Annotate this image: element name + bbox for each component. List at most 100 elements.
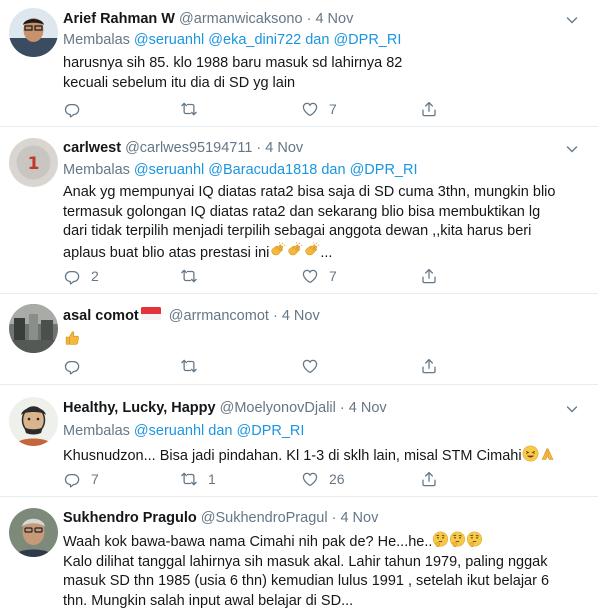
replying-to-users[interactable]: @seruanhl @Baracuda1818 dan @DPR_RI [134, 162, 418, 178]
like-icon [301, 267, 319, 285]
tweet-text: Anak yg mempunyai IQ diatas rata2 bisa s… [63, 183, 583, 263]
user-handle[interactable]: @SukhendroPragul [201, 510, 328, 526]
separator-dot: · [272, 308, 278, 324]
avatar[interactable]: 1 [9, 138, 58, 187]
thinking-face-emoji [432, 531, 449, 548]
like-icon [301, 100, 319, 118]
retweet-button[interactable] [180, 356, 208, 376]
like-icon [301, 470, 319, 488]
tweet-actions: 2 7 [63, 266, 523, 286]
user-handle[interactable]: @carlwes95194711 [125, 140, 252, 156]
indonesia-flag-emoji [140, 307, 161, 320]
like-count: 26 [329, 471, 345, 487]
reply-icon [63, 357, 81, 375]
tweet-arief-rahman[interactable]: Arief Rahman W @armanwicaksono · 4 Nov M… [0, 0, 598, 127]
share-button[interactable] [420, 99, 438, 119]
retweet-icon [180, 267, 198, 285]
folded-hands-emoji [539, 445, 556, 462]
reply-button[interactable] [63, 99, 91, 119]
avatar[interactable] [9, 508, 58, 557]
reply-icon [63, 267, 81, 285]
retweet-button[interactable] [180, 99, 208, 119]
reply-button[interactable]: 7 [63, 469, 99, 489]
retweet-button[interactable] [180, 266, 208, 286]
display-name[interactable]: carlwest [63, 140, 121, 156]
avatar[interactable] [9, 397, 58, 446]
share-button[interactable] [420, 469, 438, 489]
share-button[interactable] [420, 356, 438, 376]
like-count: 7 [329, 268, 337, 284]
tweet-header: Sukhendro Pragulo @SukhendroPragul · 4 N… [63, 510, 378, 526]
avatar[interactable] [9, 8, 58, 57]
timestamp[interactable]: 4 Nov [349, 400, 387, 416]
reply-icon [63, 100, 81, 118]
user-handle[interactable]: @armanwicaksono [179, 11, 303, 27]
like-button[interactable] [301, 356, 329, 376]
share-icon [420, 100, 438, 118]
share-icon [420, 470, 438, 488]
display-name[interactable]: Sukhendro Pragulo [63, 510, 197, 526]
reply-count: 2 [91, 268, 99, 284]
user-handle[interactable]: @arrmancomot [169, 308, 269, 324]
clapping-hands-emoji [269, 242, 286, 259]
reply-button[interactable] [63, 356, 91, 376]
like-button[interactable]: 7 [301, 99, 337, 119]
replying-to: Membalas @seruanhl @Baracuda1818 dan @DP… [63, 162, 418, 178]
separator-dot: · [331, 510, 337, 526]
replying-to-label: Membalas [63, 162, 130, 178]
replying-to: Membalas @seruanhl @eka_dini722 dan @DPR… [63, 32, 401, 48]
like-count: 7 [329, 101, 337, 117]
tweet-header: carlwest @carlwes95194711 · 4 Nov [63, 140, 303, 156]
thinking-face-emoji [466, 531, 483, 548]
chevron-down-icon[interactable] [566, 14, 578, 26]
share-icon [420, 267, 438, 285]
tweet-actions [63, 356, 523, 376]
replying-to-users[interactable]: @seruanhl dan @DPR_RI [134, 423, 305, 439]
tweet-header: Healthy, Lucky, Happy @MoelyonovDjalil ·… [63, 400, 387, 416]
reply-button[interactable]: 2 [63, 266, 99, 286]
replying-to-label: Membalas [63, 423, 130, 439]
thumbs-up-emoji [63, 329, 81, 347]
display-name[interactable]: Arief Rahman W [63, 11, 175, 27]
tweet-text-first: Waah kok bawa-bawa nama Cimahi nih pak d… [63, 534, 433, 550]
tweet-text: Waah kok bawa-bawa nama Cimahi nih pak d… [63, 531, 583, 611]
tweet-actions: 7 1 26 [63, 469, 523, 489]
retweet-icon [180, 100, 198, 118]
like-icon [301, 357, 319, 375]
share-button[interactable] [420, 266, 438, 286]
tweet-text-tail: ... [320, 244, 333, 261]
timestamp[interactable]: 4 Nov [315, 11, 353, 27]
tweet-carlwest[interactable]: 1 carlwest @carlwes95194711 · 4 Nov Memb… [0, 127, 598, 294]
reply-icon [63, 470, 81, 488]
avatar[interactable] [9, 304, 58, 353]
tweet-text-main: Kalo dilihat tanggal lahirnya sih masuk … [63, 553, 550, 609]
tweet-text: Khusnudzon... Bisa jadi pindahan. Kl 1-3… [63, 445, 583, 467]
user-handle[interactable]: @MoelyonovDjalil [220, 400, 336, 416]
tweet-sukhendro-pragulo[interactable]: Sukhendro Pragulo @SukhendroPragul · 4 N… [0, 497, 598, 611]
timestamp[interactable]: 4 Nov [282, 308, 320, 324]
replying-to-users[interactable]: @seruanhl @eka_dini722 dan @DPR_RI [134, 32, 401, 48]
tweet-asal-comot[interactable]: asal comot @arrmancomot · 4 Nov [0, 294, 598, 385]
clapping-hands-emoji [286, 242, 303, 259]
tweet-healthy-lucky-happy[interactable]: Healthy, Lucky, Happy @MoelyonovDjalil ·… [0, 385, 598, 497]
tweet-actions: 7 [63, 99, 523, 119]
separator-dot: · [306, 11, 312, 27]
separator-dot: · [339, 400, 345, 416]
display-name[interactable]: Healthy, Lucky, Happy [63, 400, 216, 416]
retweet-count: 1 [208, 471, 216, 487]
chevron-down-icon[interactable] [566, 403, 578, 415]
replying-to-label: Membalas [63, 32, 130, 48]
like-button[interactable]: 7 [301, 266, 337, 286]
chevron-down-icon[interactable] [566, 143, 578, 155]
retweet-button[interactable]: 1 [180, 469, 216, 489]
timestamp[interactable]: 4 Nov [265, 140, 303, 156]
reply-count: 7 [91, 471, 99, 487]
tweet-header: Arief Rahman W @armanwicaksono · 4 Nov [63, 11, 353, 27]
separator-dot: · [256, 140, 262, 156]
timestamp[interactable]: 4 Nov [340, 510, 378, 526]
like-button[interactable]: 26 [301, 469, 345, 489]
retweet-icon [180, 470, 198, 488]
tweet-text [63, 329, 583, 352]
display-name[interactable]: asal comot [63, 308, 139, 324]
thinking-face-emoji [449, 531, 466, 548]
